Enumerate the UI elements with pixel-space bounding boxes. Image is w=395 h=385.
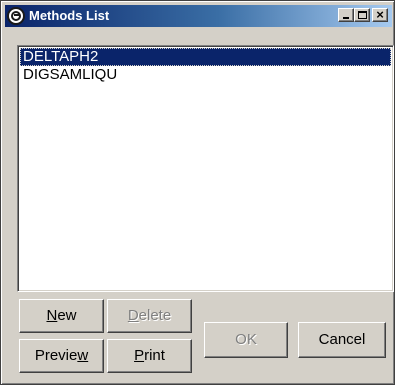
cancel-button[interactable]: Cancel (298, 322, 386, 358)
print-button[interactable]: Print (107, 339, 192, 373)
methods-list-window: Methods List × DELTAPH2 DIGSAMLIQU New D… (0, 0, 395, 385)
close-icon: × (376, 7, 384, 22)
delete-button[interactable]: Delete (107, 299, 192, 333)
methods-listbox[interactable]: DELTAPH2 DIGSAMLIQU (17, 45, 394, 292)
title-bar[interactable]: Methods List × (5, 5, 392, 27)
preview-button[interactable]: Preview (19, 339, 104, 373)
maximize-button[interactable] (354, 8, 370, 22)
ok-button[interactable]: OK (204, 322, 288, 358)
list-item[interactable]: DELTAPH2 (20, 48, 391, 66)
delete-button-label: Delete (127, 307, 172, 324)
list-item[interactable]: DIGSAMLIQU (20, 66, 391, 84)
new-button-label: New (46, 307, 77, 324)
maximize-icon (358, 11, 367, 19)
preview-button-label: Preview (34, 347, 89, 364)
circle-logo-icon[interactable] (7, 7, 25, 25)
close-button[interactable]: × (372, 7, 388, 22)
print-button-label: Print (134, 347, 165, 364)
minimize-icon (343, 17, 349, 19)
minimize-button[interactable] (338, 8, 354, 22)
cancel-button-label: Cancel (318, 331, 366, 348)
ok-button-label: OK (235, 331, 257, 348)
window-title: Methods List (29, 8, 110, 23)
new-button[interactable]: New (19, 299, 104, 333)
